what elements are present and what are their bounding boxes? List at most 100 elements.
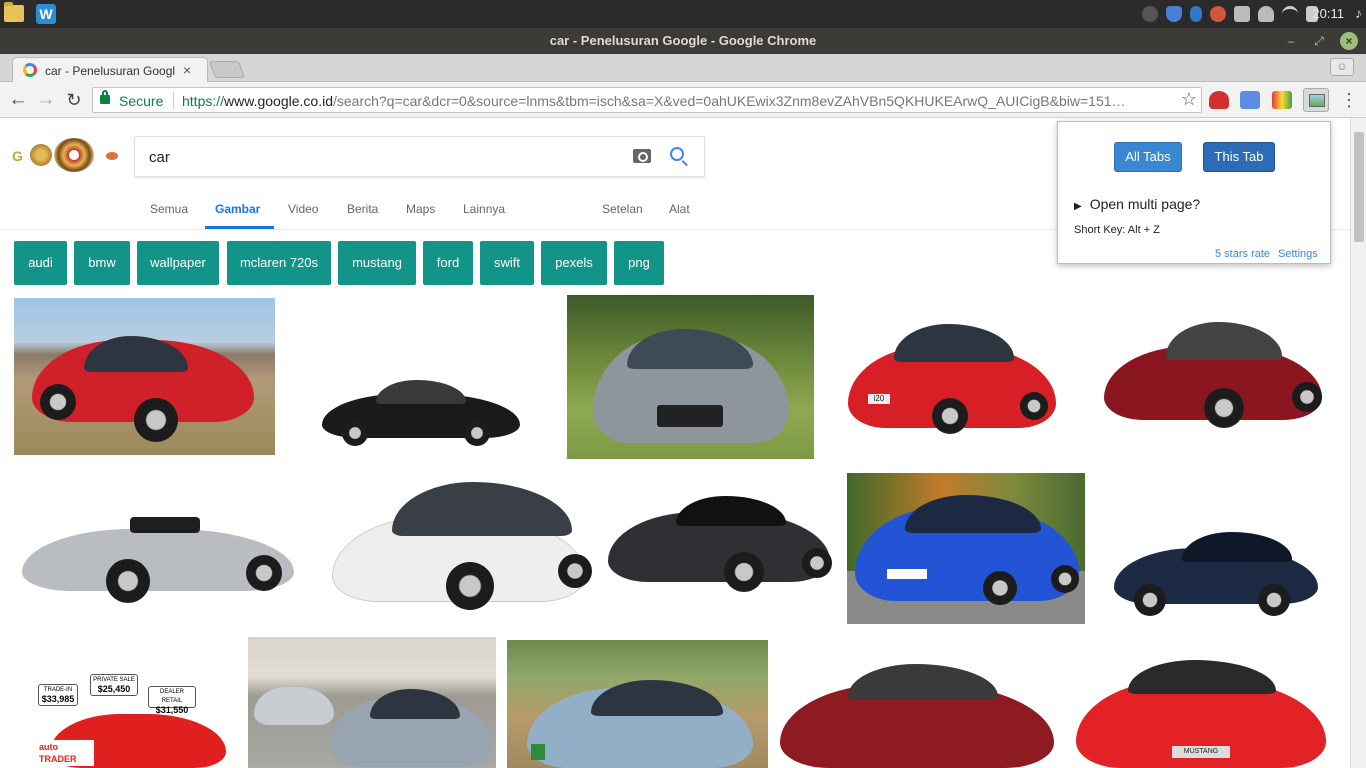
price-tag-dealer-retail: DEALER RETAIL $31,550	[148, 686, 196, 715]
bluetooth-icon[interactable]	[1190, 6, 1202, 22]
result-image-blue-subaru[interactable]	[507, 640, 768, 768]
camera-icon[interactable]	[633, 149, 651, 163]
scrollbar-thumb[interactable]	[1354, 132, 1364, 242]
car-windows	[370, 689, 460, 719]
result-image-red-sedan[interactable]	[14, 298, 275, 455]
car-windows	[376, 380, 466, 404]
result-image-red-buick[interactable]	[1102, 320, 1324, 432]
result-image-red-mazda-prices[interactable]: TRADE-IN $33,985 PRIVATE SALE $25,450 DE…	[28, 674, 228, 768]
wps-writer-icon[interactable]: W	[36, 4, 56, 24]
search-query-text[interactable]: car	[149, 149, 170, 166]
car-wheel	[1204, 388, 1244, 428]
car-wheel	[40, 384, 76, 420]
url-text[interactable]: https://www.google.co.id/search?q=car&dc…	[182, 93, 1172, 109]
car-wheel	[446, 562, 494, 610]
google-doodle-logo[interactable]: G	[12, 136, 120, 176]
os-top-panel: W 20:11 ♪	[0, 0, 1366, 28]
car-wheel	[1051, 565, 1079, 593]
result-image-black-sedan[interactable]	[318, 380, 523, 446]
all-tabs-button[interactable]: All Tabs	[1114, 142, 1182, 172]
rate-link[interactable]: 5 stars rate	[1215, 248, 1270, 260]
secure-label[interactable]: Secure	[119, 93, 163, 109]
chip-ford[interactable]: ford	[423, 241, 473, 285]
profile-button[interactable]: ☺	[1330, 58, 1354, 76]
address-bar[interactable]: Secure https://www.google.co.id/search?q…	[92, 87, 1202, 113]
result-image-honda-civic[interactable]	[248, 637, 496, 768]
music-note-icon[interactable]: ♪	[1355, 5, 1362, 21]
clipboard-icon[interactable]	[1234, 6, 1250, 22]
result-image-red-mustang[interactable]: MUSTANG	[1074, 658, 1328, 768]
search-input[interactable]: car	[134, 136, 705, 177]
close-window-button[interactable]: ×	[1340, 32, 1358, 50]
tab-maps[interactable]: Maps	[406, 202, 435, 216]
result-image-red-chevrolet[interactable]	[778, 660, 1056, 768]
car-seats	[130, 517, 200, 533]
extension-translate-icon[interactable]	[1240, 91, 1260, 109]
tab-alat[interactable]: Alat	[669, 202, 690, 216]
lock-icon[interactable]	[100, 90, 110, 104]
reload-button[interactable]: ↻	[62, 88, 86, 112]
tab-semua[interactable]: Semua	[150, 202, 188, 216]
extension-video-icon[interactable]	[1209, 91, 1229, 109]
page-scrollbar[interactable]	[1350, 118, 1366, 768]
dealer-retail-label: DEALER RETAIL	[159, 689, 184, 704]
tab-lainnya[interactable]: Lainnya	[463, 202, 505, 216]
tab-setelan[interactable]: Setelan	[602, 202, 643, 216]
chip-pexels[interactable]: pexels	[541, 241, 607, 285]
clock[interactable]: 20:11	[1312, 6, 1344, 21]
result-image-white-volkswagen[interactable]	[312, 476, 592, 612]
chip-png[interactable]: png	[614, 241, 664, 285]
chip-swift[interactable]: swift	[480, 241, 534, 285]
search-nav-tabs: Semua Gambar Video Berita Maps Lainnya S…	[0, 202, 1050, 230]
steam-icon[interactable]	[1142, 6, 1158, 22]
license-plate: MUSTANG	[1172, 746, 1230, 758]
back-button[interactable]: ←	[6, 88, 30, 112]
chrome-menu-icon[interactable]: ⋮	[1340, 90, 1358, 111]
chat-notification-icon[interactable]	[1210, 6, 1226, 22]
chip-mustang[interactable]: mustang	[338, 241, 416, 285]
tab-google-search[interactable]: car - Penelusuran Google ×	[12, 57, 208, 83]
result-image-grey-camaro[interactable]	[606, 490, 832, 594]
logo-dot	[106, 152, 118, 160]
tab-strip: car - Penelusuran Google × ☺	[0, 54, 1366, 83]
forward-button[interactable]: →	[34, 88, 58, 112]
user-icon[interactable]	[1258, 6, 1274, 22]
tab-close-icon[interactable]: ×	[183, 62, 191, 78]
autotrader-watermark: auto TRADER	[36, 740, 94, 766]
tab-video[interactable]: Video	[288, 202, 318, 216]
tab-gambar[interactable]: Gambar	[215, 202, 260, 216]
chip-wallpaper[interactable]: wallpaper	[137, 241, 219, 285]
settings-link[interactable]: Settings	[1278, 248, 1318, 260]
minimize-button[interactable]: ‒	[1282, 32, 1300, 50]
extension-image-downloader-icon[interactable]	[1303, 88, 1329, 112]
result-image-blue-suv[interactable]	[1112, 530, 1320, 616]
car-wheel	[1292, 382, 1322, 412]
extension-v-icon[interactable]	[1272, 91, 1292, 109]
tab-title: car - Penelusuran Google	[45, 64, 175, 78]
result-image-blue-bmw[interactable]	[847, 473, 1085, 624]
expand-triangle-icon: ▶	[1074, 201, 1082, 212]
file-manager-icon[interactable]	[4, 2, 24, 22]
bookmark-star-icon[interactable]: ☆	[1181, 89, 1197, 110]
this-tab-button[interactable]: This Tab	[1203, 142, 1275, 172]
wifi-icon[interactable]	[1282, 6, 1298, 22]
new-tab-button[interactable]	[208, 61, 246, 78]
car-wheel	[1020, 392, 1048, 420]
tab-berita[interactable]: Berita	[347, 202, 378, 216]
license-plate	[531, 744, 545, 760]
chip-audi[interactable]: audi	[14, 241, 67, 285]
result-image-silver-mercedes[interactable]	[567, 295, 814, 459]
result-image-silver-convertible[interactable]	[20, 511, 296, 603]
car-windows	[1182, 532, 1292, 562]
open-multi-page-toggle[interactable]: ▶ Open multi page?	[1074, 196, 1200, 212]
shield-icon[interactable]	[1166, 6, 1182, 22]
search-icon[interactable]	[670, 147, 684, 161]
logo-ornament	[30, 144, 52, 166]
price-tag-private-sale: PRIVATE SALE $25,450	[90, 674, 138, 696]
result-image-red-i20[interactable]: i20	[846, 318, 1058, 436]
open-multi-page-label: Open multi page?	[1089, 196, 1201, 212]
car-body	[254, 687, 334, 725]
chip-bmw[interactable]: bmw	[74, 241, 130, 285]
maximize-button[interactable]: ⤢	[1310, 32, 1328, 50]
chip-mclaren-720s[interactable]: mclaren 720s	[227, 241, 331, 285]
